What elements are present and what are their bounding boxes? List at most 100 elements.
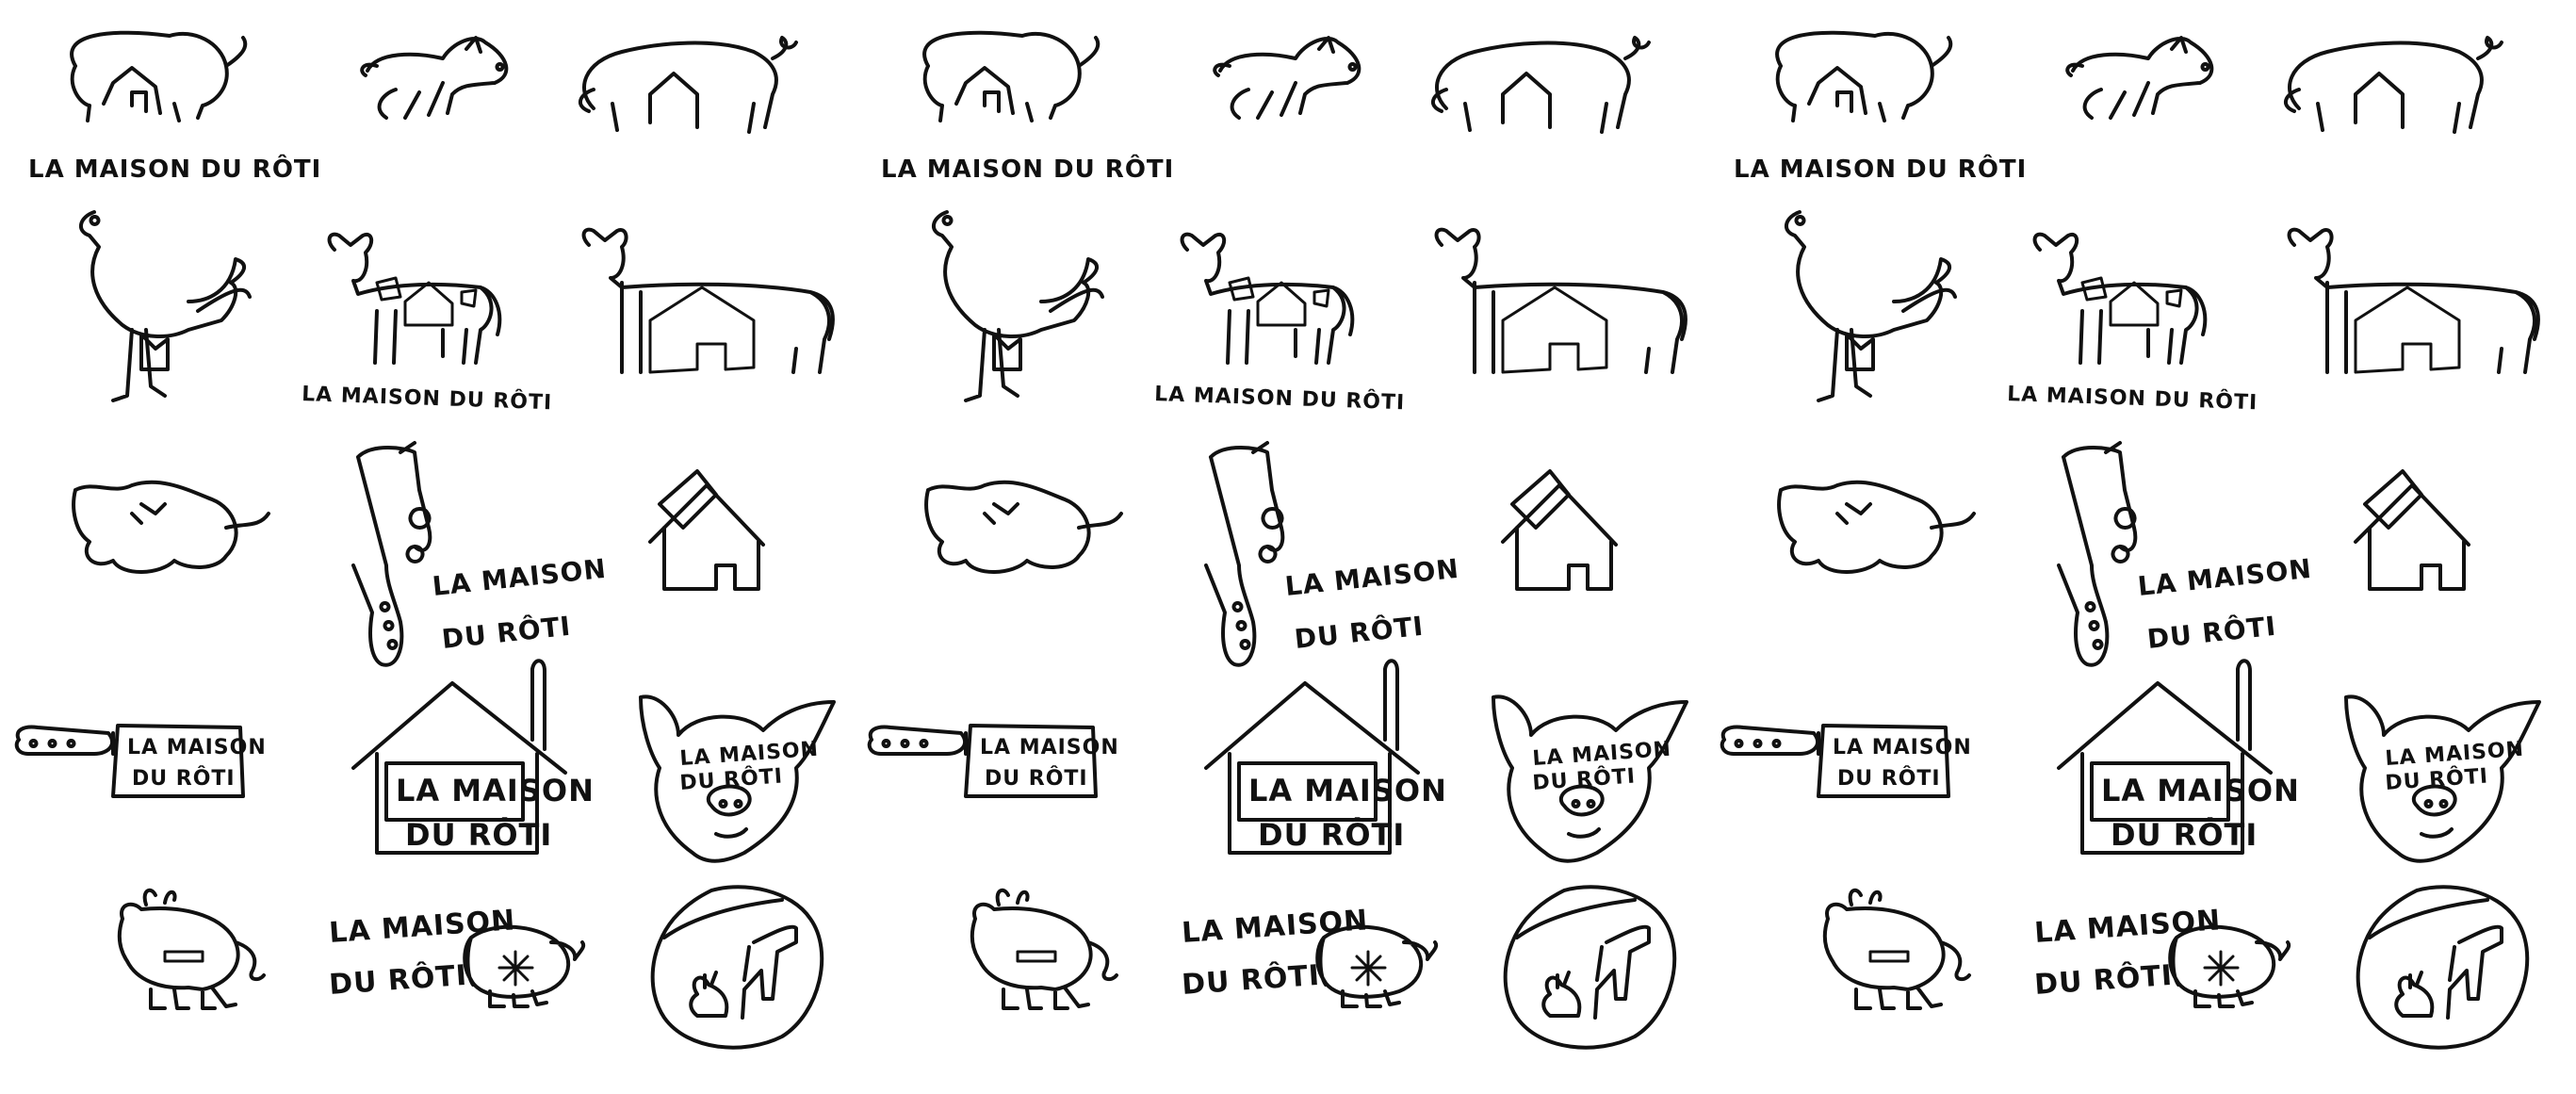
ink-stroke: [79, 210, 252, 402]
ink-stroke: [2411, 784, 2457, 839]
ink-stroke: [1501, 286, 1608, 374]
ink-stroke: [1503, 885, 1677, 1050]
knife-icon: LA MAISON DU RÔTI: [1720, 724, 1971, 798]
cleaver-icon: LA MAISON DU RÔTI: [351, 441, 608, 667]
ink-stroke: [1312, 288, 1330, 308]
ink-stroke: [2356, 885, 2530, 1050]
pig-icon: [2065, 36, 2214, 120]
ham-pig-logo-sketch: LA MAISON DU RÔTI: [2033, 904, 2291, 1008]
cow-icon: LA MAISON DU RÔTI: [302, 232, 553, 415]
brand-caption: LA MAISON DU RÔTI: [302, 382, 553, 415]
ink-stroke: [1777, 480, 1976, 574]
brand-caption-line2: DU RÔTI: [328, 957, 468, 1002]
pig-face-sketch: LA MAISONDU RÔTI: [1492, 694, 1688, 863]
brand-caption-line2: DU RÔTI: [2033, 957, 2174, 1002]
rooster-sketch: [1785, 210, 1957, 402]
squiggle-pig-sketch: [72, 480, 270, 574]
ink-stroke: [2065, 36, 2214, 120]
knife-caption-line1: LA MAISON: [127, 736, 267, 759]
ink-stroke: [460, 288, 478, 308]
roundel-animals-sketch: [1503, 885, 1677, 1050]
house-sign-sketch: LA MAISON DU RÔTI: [351, 659, 594, 855]
ink-stroke: [70, 30, 248, 122]
ink-stroke: [1720, 725, 1820, 756]
ink-stroke: [706, 784, 752, 839]
cow-black-house-sketch: [1434, 227, 1687, 374]
knife-icon: LA MAISON DU RÔTI: [867, 724, 1118, 798]
brand-caption-line1: LA MAISON: [2136, 553, 2313, 602]
pig-side-sketch: [360, 36, 509, 120]
knife-caption-line2: DU RÔTI: [132, 766, 236, 791]
ink-stroke: [867, 725, 968, 756]
ham-icon: LA MAISON DU RÔTI: [2033, 904, 2291, 1008]
ink-stroke: [648, 286, 756, 374]
cleaver-icon: LA MAISON DU RÔTI: [1204, 441, 1460, 667]
ink-stroke: [2203, 950, 2240, 987]
knife-icon: LA MAISON DU RÔTI: [14, 724, 267, 798]
pig-side-sketch: [2065, 36, 2214, 120]
ink-stroke: [1541, 924, 1651, 1020]
pig-walking-sketch: [2284, 36, 2503, 134]
house-caption-line2: DU RÔTI: [2111, 816, 2258, 853]
ink-stroke: [648, 469, 765, 591]
pig-house-logo-sketch: LA MAISON DU RÔTI: [1734, 30, 2026, 184]
house-icon: [2354, 469, 2470, 591]
brand-caption-line2: DU RÔTI: [1181, 957, 1321, 1002]
rooster-sketch: [932, 210, 1104, 402]
ink-stroke: [1016, 950, 1057, 963]
cow-house-logo-sketch: LA MAISON DU RÔTI: [302, 232, 553, 415]
pig-icon: [1777, 480, 1976, 574]
rooster-icon: [1785, 210, 1957, 402]
cleaver-house-sketch: [2354, 469, 2470, 591]
rabbit-icon: [1503, 885, 1677, 1050]
pig-icon: [360, 36, 509, 120]
knife-sign-sketch: LA MAISON DU RÔTI: [1720, 724, 1971, 798]
bull-icon: [117, 888, 266, 1010]
bull-roast-sketch: [117, 888, 266, 1010]
pig-icon: [2284, 36, 2503, 134]
ink-stroke: [932, 210, 1104, 402]
roundel-animals-sketch: [2356, 885, 2530, 1050]
ink-stroke: [2109, 281, 2160, 327]
ink-stroke: [2287, 227, 2540, 374]
ink-stroke: [922, 30, 1101, 122]
bull-roast-sketch: [1822, 888, 1971, 1010]
ink-stroke: [14, 725, 115, 756]
ink-stroke: [1501, 469, 1618, 591]
brand-caption-line2: DU RÔTI: [2145, 610, 2277, 655]
knife-sign-sketch: LA MAISON DU RÔTI: [14, 724, 267, 798]
rooster-sketch: [79, 210, 252, 402]
bull-roast-sketch: [970, 888, 1118, 1010]
house-icon: [1501, 469, 1618, 591]
ink-stroke: [1775, 30, 1953, 122]
ink-stroke: [1256, 281, 1307, 327]
pig-face-icon: LA MAISONDU RÔTI: [1492, 694, 1688, 863]
pig-icon: LA MAISON DU RÔTI: [881, 30, 1173, 184]
pig-icon: [579, 36, 798, 134]
squiggle-pig-sketch: [924, 480, 1123, 574]
pig-icon: [924, 480, 1123, 574]
knife-sign-sketch: LA MAISON DU RÔTI: [867, 724, 1118, 798]
ink-stroke: [2354, 286, 2461, 374]
ham-icon: LA MAISON DU RÔTI: [1181, 904, 1439, 1008]
pig-house-logo-sketch: LA MAISON DU RÔTI: [28, 30, 321, 184]
cleaver-logo-sketch: LA MAISON DU RÔTI: [1204, 441, 1460, 667]
cow-icon: [1434, 227, 1687, 374]
house-sign-sketch: LA MAISON DU RÔTI: [1204, 659, 1446, 855]
bull-icon: [1822, 888, 1971, 1010]
ink-stroke: [1785, 210, 1957, 402]
pig-house-logo-sketch: LA MAISON DU RÔTI: [881, 30, 1173, 184]
ink-stroke: [1204, 441, 1285, 667]
ink-stroke: [1213, 36, 1361, 120]
ham-pig-logo-sketch: LA MAISON DU RÔTI: [328, 904, 586, 1008]
cow-house-logo-sketch: LA MAISON DU RÔTI: [1154, 232, 1406, 415]
ink-stroke: [1868, 950, 1910, 963]
brand-caption: LA MAISON DU RÔTI: [28, 154, 321, 184]
knife-caption-line2: DU RÔTI: [985, 766, 1088, 791]
sketch-group-3: LA MAISON DU RÔTI LA MAISON DU RÔTI LA MAI…: [1720, 30, 2541, 1050]
cleaver-house-sketch: [648, 469, 765, 591]
ink-stroke: [1558, 784, 1605, 839]
sketch-group-2: LA MAISON DU RÔTI LA MAISON DU RÔTI LA MAI…: [867, 30, 1688, 1050]
ink-stroke: [924, 480, 1123, 574]
cow-icon: LA MAISON DU RÔTI: [1154, 232, 1406, 415]
